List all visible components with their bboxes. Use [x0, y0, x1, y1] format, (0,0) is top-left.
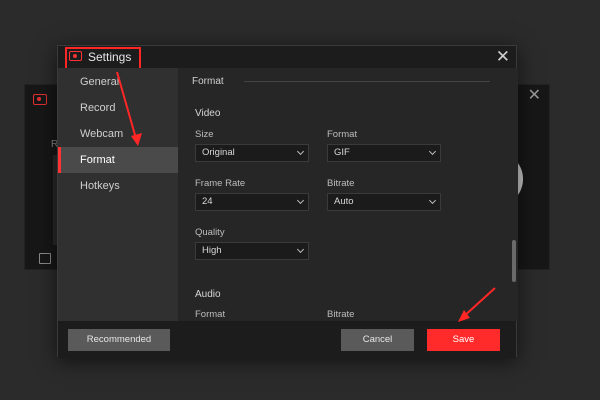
cancel-button[interactable]: Cancel: [341, 329, 414, 351]
recommended-button[interactable]: Recommended: [68, 329, 170, 351]
chevron-down-icon: [296, 196, 305, 205]
format-select[interactable]: GIF: [327, 144, 441, 162]
format-label: Format: [327, 129, 358, 140]
chevron-down-icon: [428, 147, 437, 156]
sidebar-item-label: General: [80, 76, 120, 88]
format-select-value: GIF: [334, 147, 350, 158]
close-icon[interactable]: ✕: [528, 88, 541, 104]
settings-sidebar: General Record Webcam Format Hotkeys: [58, 68, 178, 321]
sidebar-item-webcam[interactable]: Webcam: [58, 121, 178, 147]
save-button[interactable]: Save: [427, 329, 500, 351]
frame-rate-select-value: 24: [202, 196, 213, 207]
audio-format-label: Format: [195, 309, 226, 320]
camera-record-icon: [33, 94, 47, 105]
bitrate-select-value: Auto: [334, 196, 354, 207]
dialog-footer: Recommended Cancel Save: [58, 321, 516, 358]
bitrate-label: Bitrate: [327, 178, 355, 189]
frame-rate-label: Frame Rate: [195, 178, 246, 189]
quality-label: Quality: [195, 227, 225, 238]
chevron-down-icon: [428, 196, 437, 205]
frame-rate-select[interactable]: 24: [195, 193, 309, 211]
sidebar-item-label: Format: [80, 154, 115, 166]
size-select[interactable]: Original: [195, 144, 309, 162]
audio-bitrate-label: Bitrate: [327, 309, 355, 320]
quality-select[interactable]: High: [195, 242, 309, 260]
size-select-value: Original: [202, 147, 235, 158]
content-scrollbar[interactable]: [512, 240, 516, 282]
chevron-down-icon: [296, 245, 305, 254]
sidebar-item-general[interactable]: General: [58, 69, 178, 95]
list-icon[interactable]: [39, 253, 51, 264]
size-label: Size: [195, 129, 214, 140]
close-icon[interactable]: ✕: [496, 47, 510, 67]
section-divider: [244, 81, 490, 82]
sidebar-item-format[interactable]: Format: [58, 147, 178, 173]
audio-heading: Audio: [195, 289, 221, 300]
bitrate-select[interactable]: Auto: [327, 193, 441, 211]
settings-content: Format Video Size Original Format GIF Fr…: [178, 68, 518, 321]
video-heading: Video: [195, 108, 221, 119]
chevron-down-icon: [296, 147, 305, 156]
section-title: Format: [192, 76, 224, 87]
settings-dialog: Settings ✕ General Record Webcam Format …: [57, 45, 518, 358]
sidebar-item-label: Webcam: [80, 128, 124, 140]
sidebar-item-record[interactable]: Record: [58, 95, 178, 121]
sidebar-item-label: Record: [80, 102, 116, 114]
quality-select-value: High: [202, 245, 222, 256]
sidebar-item-hotkeys[interactable]: Hotkeys: [58, 173, 178, 199]
sidebar-item-label: Hotkeys: [80, 180, 120, 192]
